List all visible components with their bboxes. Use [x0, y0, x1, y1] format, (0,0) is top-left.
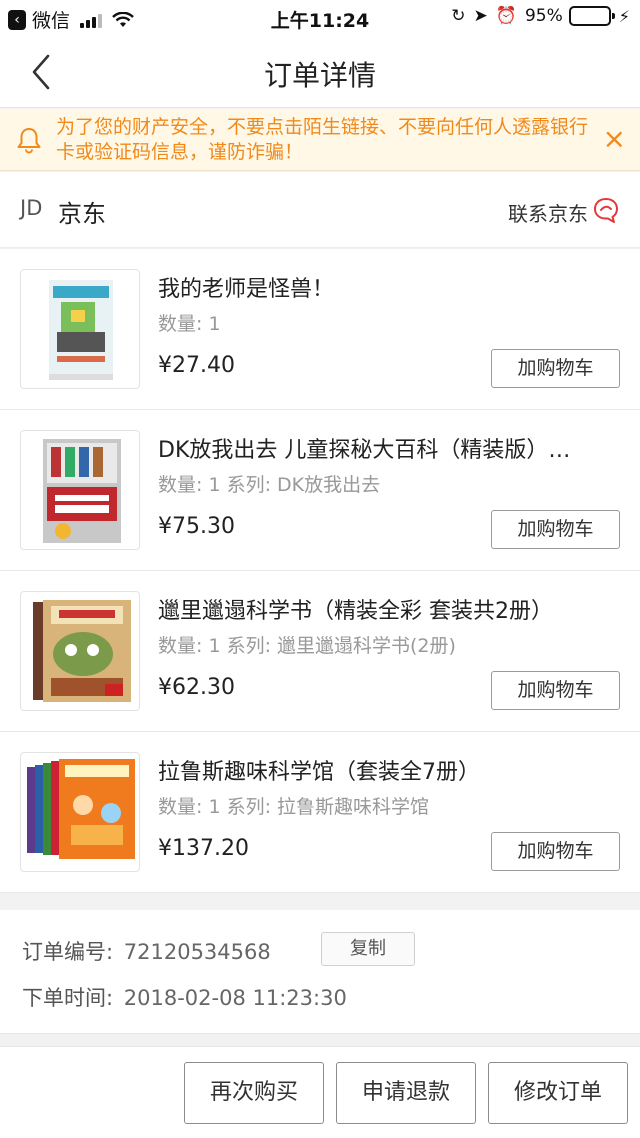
product-title[interactable]: 拉鲁斯趣味科学馆（套装全7册）	[158, 754, 618, 786]
alarm-icon: ⏰	[495, 6, 517, 26]
battery-percent: 95%	[524, 6, 563, 26]
copy-button[interactable]: 复制	[321, 932, 415, 966]
close-icon[interactable]: ×	[603, 125, 626, 153]
product-title[interactable]: 邋里邋遢科学书（精装全彩 套装共2册）	[158, 593, 618, 625]
location-icon: ➤	[473, 6, 488, 26]
shop-header: JD 京东 联系京东	[0, 172, 640, 248]
book-cover-image	[43, 439, 121, 543]
product-meta: 数量: 1 系列: DK放我出去	[158, 474, 381, 496]
order-time-row: 下单时间: 2018-02-08 11:23:30	[22, 982, 347, 1012]
product-thumbnail[interactable]	[20, 430, 140, 550]
charging-icon: ⚡	[618, 6, 630, 26]
chat-bubble-icon[interactable]	[592, 196, 620, 224]
nav-bar: 订单详情	[0, 36, 640, 108]
status-bar: ‹ 微信 上午11:24 ↻ ➤ ⏰ 95% ⚡	[0, 0, 640, 36]
page-title: 订单详情	[263, 59, 376, 92]
product-thumbnail[interactable]	[20, 269, 140, 389]
product-meta: 数量: 1 系列: 邋里邋遢科学书(2册)	[158, 635, 456, 657]
product-thumbnail[interactable]	[20, 591, 140, 711]
product-list: 我的老师是怪兽！ 数量: 1 ¥27.40 加购物车 DK放我出去 儿童探秘大百…	[0, 249, 640, 893]
request-refund-button[interactable]: 申请退款	[336, 1062, 476, 1124]
order-number-row: 订单编号: 72120534568	[22, 936, 271, 966]
order-number-label: 订单编号:	[22, 940, 114, 964]
status-right: ↻ ➤ ⏰ 95% ⚡	[443, 6, 630, 26]
bell-icon	[17, 128, 41, 154]
product-item[interactable]: 我的老师是怪兽！ 数量: 1 ¥27.40 加购物车	[0, 249, 640, 410]
book-cover-image	[27, 759, 135, 859]
order-number: 72120534568	[123, 940, 271, 964]
product-price: ¥62.30	[158, 675, 235, 700]
add-to-cart-button[interactable]: 加购物车	[491, 349, 620, 388]
buy-again-button[interactable]: 再次购买	[184, 1062, 324, 1124]
product-item[interactable]: DK放我出去 儿童探秘大百科（精装版）… 数量: 1 系列: DK放我出去 ¥7…	[0, 410, 640, 571]
book-cover-image	[49, 280, 113, 380]
bottom-action-bar: 再次购买 申请退款 修改订单	[0, 1046, 640, 1138]
product-item[interactable]: 拉鲁斯趣味科学馆（套装全7册） 数量: 1 系列: 拉鲁斯趣味科学馆 ¥137.…	[0, 732, 640, 893]
book-cover-image	[33, 600, 131, 702]
order-info: 订单编号: 72120534568 复制 下单时间: 2018-02-08 11…	[0, 910, 640, 1034]
modify-order-button[interactable]: 修改订单	[488, 1062, 628, 1124]
security-notice: 为了您的财产安全，不要点击陌生链接、不要向任何人透露银行卡或验证码信息，谨防诈骗…	[0, 109, 640, 171]
add-to-cart-button[interactable]: 加购物车	[491, 671, 620, 710]
notice-text: 为了您的财产安全，不要点击陌生链接、不要向任何人透露银行卡或验证码信息，谨防诈骗…	[56, 116, 589, 163]
rotation-lock-icon: ↻	[451, 6, 466, 26]
order-time: 2018-02-08 11:23:30	[123, 986, 347, 1010]
jd-logo: JD	[20, 196, 43, 220]
product-meta: 数量: 1 系列: 拉鲁斯趣味科学馆	[158, 796, 430, 818]
contact-seller-label[interactable]: 联系京东	[508, 198, 588, 227]
add-to-cart-button[interactable]: 加购物车	[491, 510, 620, 549]
product-price: ¥27.40	[158, 353, 235, 378]
order-time-label: 下单时间:	[22, 986, 114, 1010]
product-price: ¥137.20	[158, 836, 249, 861]
product-title[interactable]: 我的老师是怪兽！	[158, 271, 618, 303]
product-thumbnail[interactable]	[20, 752, 140, 872]
battery-icon	[568, 6, 615, 26]
shop-name[interactable]: 京东	[58, 194, 106, 229]
product-price: ¥75.30	[158, 514, 235, 539]
product-item[interactable]: 邋里邋遢科学书（精装全彩 套装共2册） 数量: 1 系列: 邋里邋遢科学书(2册…	[0, 571, 640, 732]
product-meta: 数量: 1	[158, 313, 221, 335]
add-to-cart-button[interactable]: 加购物车	[491, 832, 620, 871]
product-title[interactable]: DK放我出去 儿童探秘大百科（精装版）…	[158, 432, 618, 464]
